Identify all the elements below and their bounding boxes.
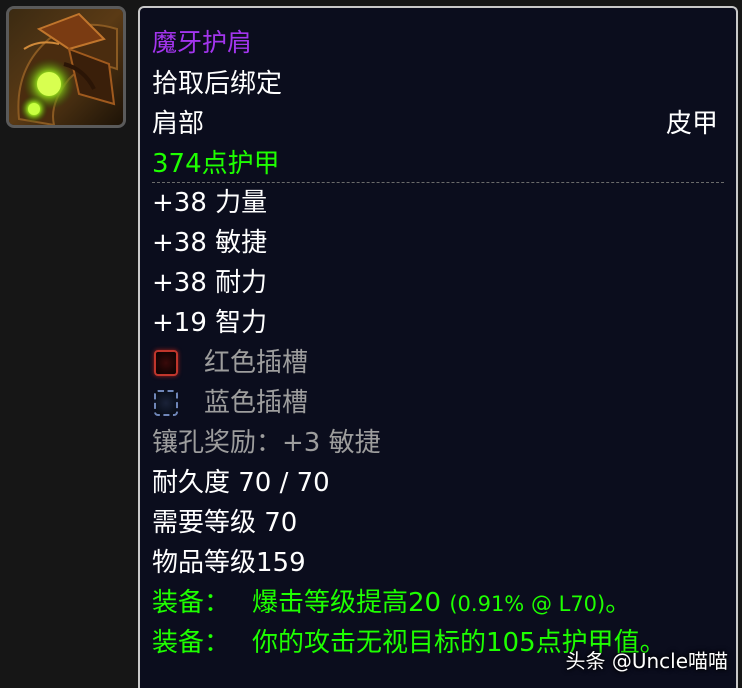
- stage: 魔牙护肩 拾取后绑定 肩部 皮甲 374点护甲 +38 力量 +38 敏捷 +3…: [0, 0, 742, 688]
- item-slot: 肩部: [152, 109, 205, 139]
- item-name: 魔牙护肩: [152, 28, 253, 57]
- socket-label: 蓝色插槽: [204, 388, 309, 418]
- stat-line: +19 智力: [152, 308, 268, 338]
- armor-value: 374点护甲: [152, 144, 724, 183]
- equip-end: 。: [605, 588, 632, 618]
- equip-text: 爆击等级提高20: [252, 588, 442, 618]
- equip-note: (0.91% @ L70): [449, 592, 606, 616]
- binding-text: 拾取后绑定: [152, 69, 283, 99]
- stat-line: +38 耐力: [152, 268, 268, 298]
- armor-type: 皮甲: [665, 109, 718, 139]
- blue-socket-icon: [154, 390, 178, 416]
- durability: 耐久度 70 / 70: [152, 468, 330, 498]
- equip-effect: 装备： 爆击等级提高20 (0.91% @ L70)。: [152, 583, 724, 623]
- equip-label: 装备：: [152, 588, 231, 618]
- socket-blue-row: 蓝色插槽: [152, 383, 724, 423]
- watermark: 头条 @Uncle喵喵: [565, 649, 728, 673]
- shoulder-armor-icon[interactable]: [6, 6, 126, 128]
- socket-red-row: 红色插槽: [152, 343, 724, 383]
- stat-line: +38 敏捷: [152, 228, 268, 258]
- slot-row: 肩部 皮甲: [152, 104, 724, 144]
- item-level: 物品等级159: [152, 548, 306, 578]
- stat-line: +38 力量: [152, 188, 268, 218]
- item-tooltip: 魔牙护肩 拾取后绑定 肩部 皮甲 374点护甲 +38 力量 +38 敏捷 +3…: [138, 6, 738, 688]
- equip-label: 装备：: [152, 628, 231, 658]
- required-level: 需要等级 70: [152, 508, 298, 538]
- red-socket-icon: [154, 350, 178, 376]
- socket-bonus: 镶孔奖励：+3 敏捷: [152, 428, 381, 458]
- socket-label: 红色插槽: [204, 348, 309, 378]
